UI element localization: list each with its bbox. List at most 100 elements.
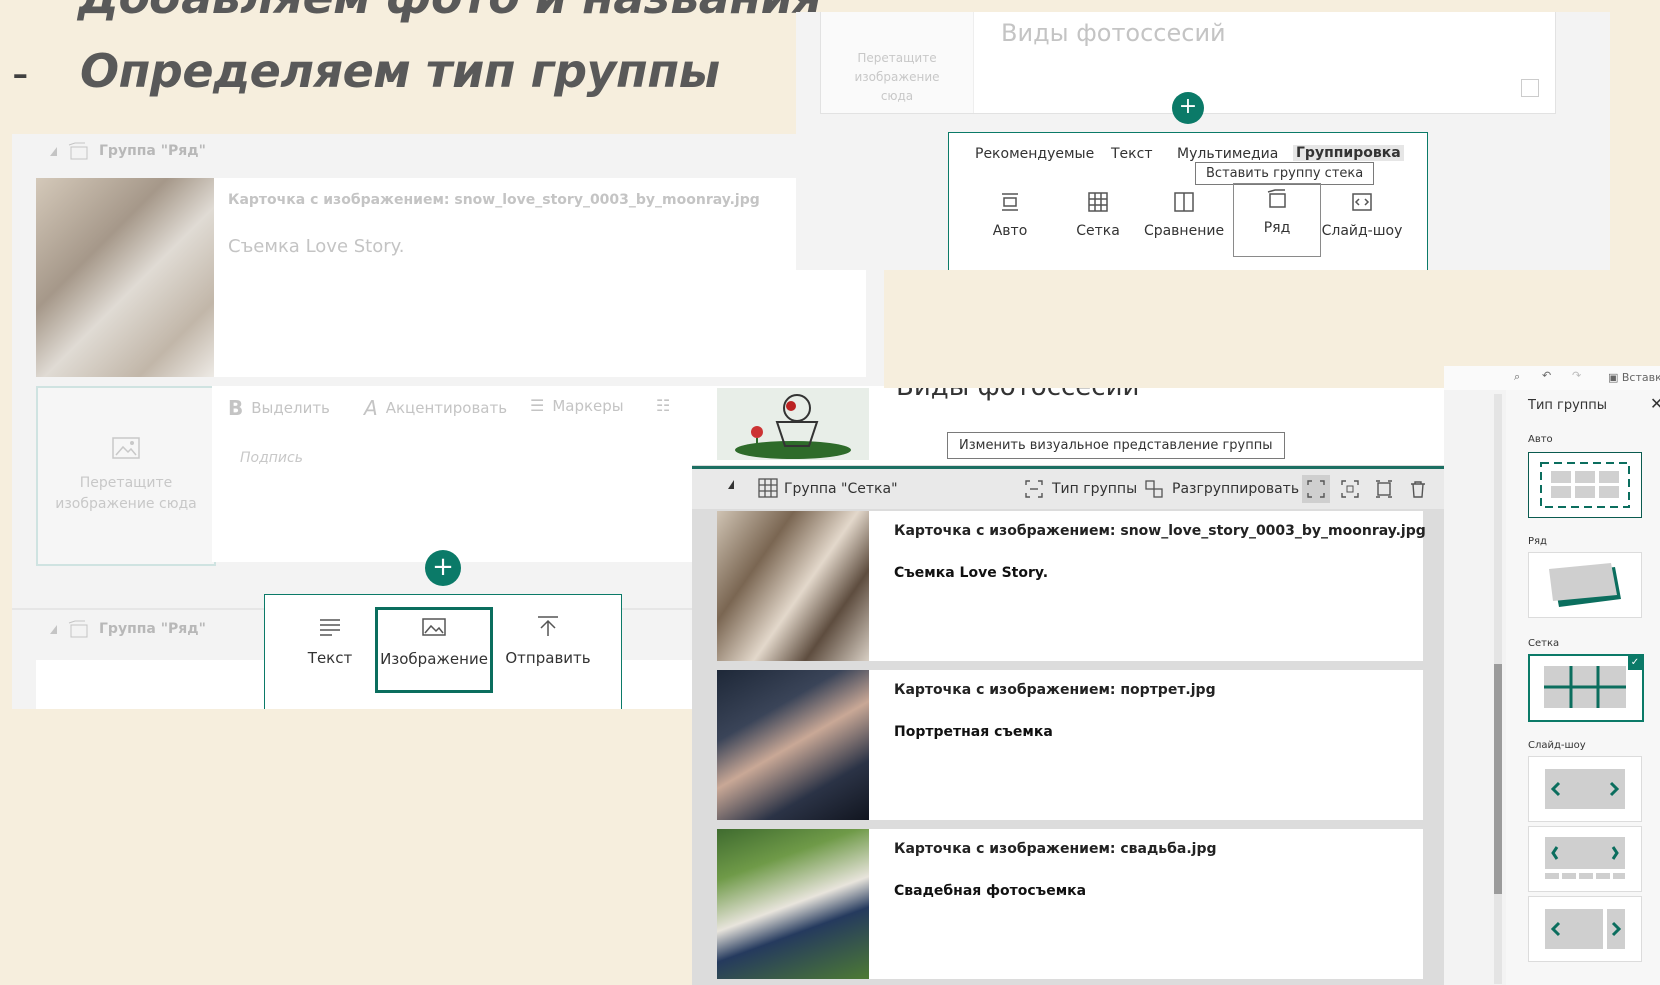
card-title: Карточка с изображением: snow_love_story…: [228, 192, 760, 208]
group-slideshow-item[interactable]: Слайд-шоу: [1319, 187, 1405, 255]
checkbox[interactable]: [1521, 79, 1539, 97]
card-title: Карточка с изображением: свадьба.jpg: [894, 841, 1217, 857]
group-grid-item[interactable]: Сетка: [1055, 187, 1141, 255]
option-auto-label: Авто: [1528, 434, 1553, 445]
emphasis-intense-button[interactable]: [1370, 475, 1398, 503]
emphasis-moderate-button[interactable]: [1336, 475, 1364, 503]
image-drop-zone[interactable]: Перетащите изображение сюда: [821, 12, 974, 113]
insert-button[interactable]: ▣ Вставка: [1608, 371, 1660, 384]
group-grid-label: Сетка: [1076, 223, 1120, 239]
ungroup-button[interactable]: Разгруппировать: [1134, 469, 1299, 509]
scrollbar-track[interactable]: [1494, 394, 1502, 984]
checkmark-icon: ✓: [1628, 656, 1642, 670]
group-toolbar: Группа "Сетка" Тип группы Разгруппироват…: [692, 466, 1444, 509]
stack-icon: [68, 142, 88, 160]
trash-icon: [1411, 481, 1425, 498]
insert-image-item[interactable]: Изображение: [375, 607, 493, 693]
header-title[interactable]: Виды фотоссесий: [896, 388, 1139, 402]
sway-editor-top-right: Перетащите изображение сюда Виды фотоссе…: [796, 12, 1610, 270]
insert-text-item[interactable]: Текст: [277, 609, 383, 693]
option-row[interactable]: [1528, 552, 1642, 618]
group-type-label: Тип группы: [1052, 481, 1138, 497]
group-header-label: Группа "Ряд": [99, 143, 206, 159]
tab-grouping[interactable]: Группировка: [1293, 145, 1404, 161]
collapse-triangle-icon[interactable]: [728, 480, 734, 489]
header-card: Виды фотоссесий Изменить визуальное пред…: [692, 388, 1444, 465]
caption-placeholder[interactable]: Подпись: [240, 450, 303, 466]
title-placeholder[interactable]: Виды фотоссесий: [1001, 19, 1226, 47]
insert-menu: Текст Изображение Отправить: [264, 594, 622, 709]
slideshow-layout-icon: [1545, 769, 1625, 809]
group-type-pane: ⌕ ↶ ↷ ▣ Вставка Тип группы ✕ Авто Ряд Се…: [1444, 366, 1660, 985]
drop-text: Перетащите изображение сюда: [55, 475, 197, 512]
card-title: Карточка с изображением: snow_love_story…: [894, 523, 1426, 539]
numbered-list-button[interactable]: ☷: [656, 396, 670, 415]
card-caption[interactable]: Свадебная фотосъемка: [894, 883, 1086, 899]
card-caption[interactable]: Съемка Love Story.: [228, 236, 404, 257]
image-icon: [112, 437, 140, 459]
option-slideshow-label: Слайд-шоу: [1528, 740, 1586, 751]
option-grid[interactable]: ✓: [1528, 654, 1644, 722]
bullets-icon: ☰: [530, 396, 545, 415]
card-title: Карточка с изображением: портрет.jpg: [894, 682, 1216, 698]
group-compare-item[interactable]: Сравнение: [1141, 187, 1227, 255]
image-card-3[interactable]: Карточка с изображением: свадьба.jpg Сва…: [717, 829, 1423, 979]
format-bold-button[interactable]: B Выделить: [228, 396, 330, 420]
format-accent-button[interactable]: A Акцентировать: [364, 396, 507, 420]
collapse-triangle-icon[interactable]: [50, 146, 57, 156]
slideshow-icon: [1352, 193, 1372, 211]
delete-button[interactable]: [1404, 475, 1432, 503]
auto-icon: [1002, 193, 1018, 211]
tab-text[interactable]: Текст: [1111, 146, 1152, 162]
compare-icon: [1174, 192, 1194, 212]
insert-upload-item[interactable]: Отправить: [495, 609, 601, 693]
card-caption[interactable]: Съемка Love Story.: [894, 565, 1048, 581]
emphasis-subtle-button[interactable]: [1302, 475, 1330, 503]
image-drop-zone[interactable]: Перетащите изображение сюда: [36, 386, 216, 566]
tab-multimedia[interactable]: Мультимедиа: [1177, 146, 1278, 162]
tooltip: Вставить группу стека: [1195, 162, 1375, 185]
couple-photo: [36, 178, 214, 377]
option-slideshow[interactable]: [1528, 756, 1642, 822]
close-icon[interactable]: ✕: [1650, 394, 1660, 413]
couple-photo: [717, 511, 869, 661]
collapse-triangle-icon[interactable]: [50, 624, 57, 634]
stack-layout-icon: [1549, 563, 1621, 607]
slideshow-thumbs-icon: [1545, 837, 1625, 879]
group-header-label: Группа "Ряд": [99, 621, 206, 637]
grid-icon: [1088, 192, 1108, 212]
text-icon: [320, 619, 340, 636]
insert-plus-button[interactable]: +: [1172, 92, 1204, 124]
option-slideshow-thumbnails[interactable]: [1528, 826, 1642, 892]
portrait-photo: [717, 670, 869, 820]
insert-plus-button[interactable]: +: [425, 550, 461, 586]
bold-icon: B: [228, 396, 244, 420]
image-card-1[interactable]: Карточка с изображением: snow_love_story…: [717, 511, 1426, 661]
group-header[interactable]: Группа "Ряд": [12, 134, 884, 168]
image-card[interactable]: Карточка с изображением: snow_love_story…: [36, 178, 866, 377]
grid-layout-icon: [1544, 666, 1626, 708]
insert-image-label: Изображение: [380, 650, 488, 668]
focus-icon: [1307, 480, 1325, 498]
undo-icon[interactable]: ↶: [1542, 369, 1551, 382]
search-icon[interactable]: ⌕: [1514, 370, 1520, 384]
format-bullets-button[interactable]: ☰ Маркеры: [530, 396, 624, 415]
insert-text-label: Текст: [307, 649, 353, 667]
option-auto[interactable]: [1528, 452, 1642, 518]
group-header-2[interactable]: Группа "Ряд": [12, 612, 206, 646]
option-slideshow-split[interactable]: [1528, 896, 1642, 962]
accent-icon: A: [364, 396, 378, 420]
scrollbar-thumb[interactable]: [1494, 664, 1502, 894]
image-card-2[interactable]: Карточка с изображением: портрет.jpg Пор…: [717, 670, 1423, 820]
group-type-button[interactable]: Тип группы: [1014, 469, 1138, 509]
grid-icon: [758, 478, 778, 498]
redo-icon[interactable]: ↷: [1572, 369, 1581, 382]
group-row-item[interactable]: Ряд: [1233, 183, 1321, 257]
group-auto-item[interactable]: Авто: [967, 187, 1053, 255]
upload-icon: [538, 616, 558, 636]
card-caption[interactable]: Портретная съемка: [894, 724, 1053, 740]
insert-label: Вставка: [1621, 371, 1660, 384]
fullscreen-icon: [1376, 480, 1392, 498]
tab-recommended[interactable]: Рекомендуемые: [975, 146, 1094, 162]
option-row-label: Ряд: [1528, 536, 1547, 547]
